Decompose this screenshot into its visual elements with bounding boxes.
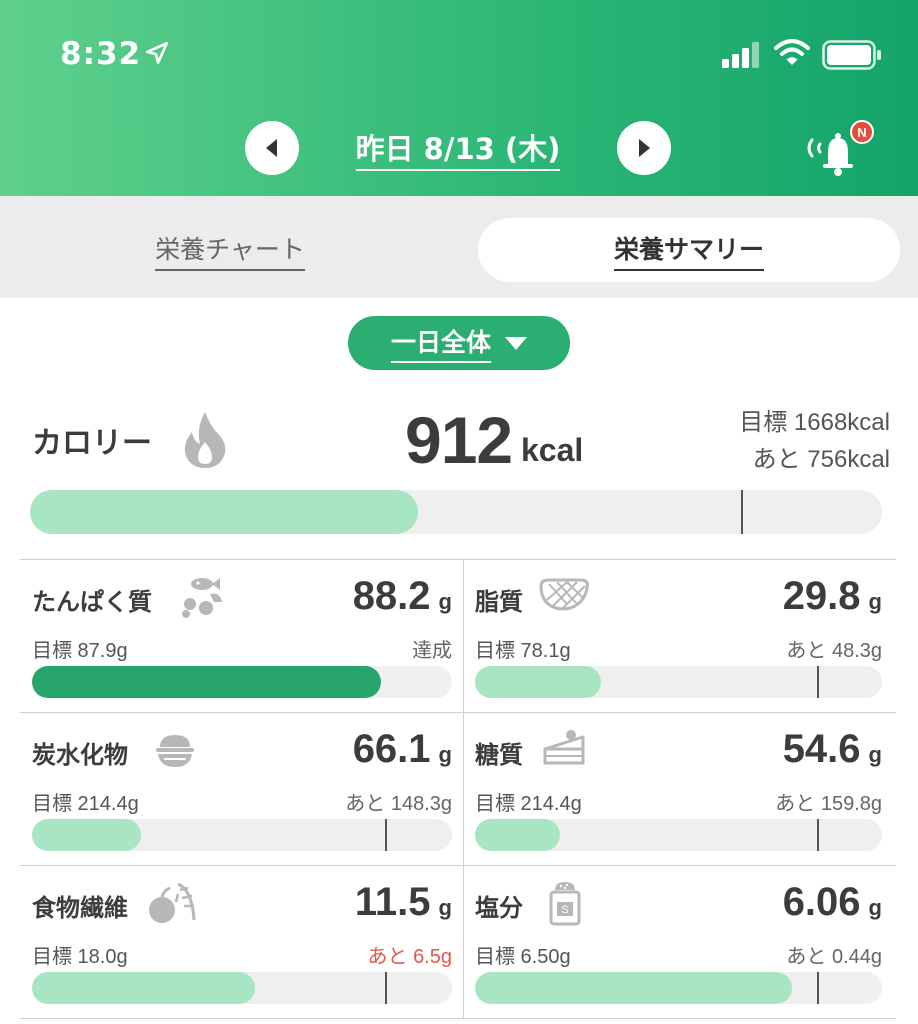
- nutrient-remaining: あと 148.3g: [345, 793, 452, 815]
- nutrient-progress-bar: [475, 666, 882, 698]
- nutrient-goal: 目標 6.50g: [475, 946, 571, 968]
- calorie-value: 912: [405, 403, 513, 477]
- nutrient-amount: 88.2: [352, 574, 431, 618]
- nutrient-value: 29.8 g: [783, 574, 882, 619]
- nutrient-unit: g: [868, 895, 882, 920]
- calorie-goal: 目標 1668kcal: [739, 409, 890, 436]
- nutrient-unit: g: [868, 589, 882, 614]
- nutrient-value: 6.06 g: [783, 880, 882, 925]
- nutrient-value: 88.2 g: [353, 574, 452, 619]
- nutrient-goal: 目標 18.0g: [32, 946, 128, 968]
- chevron-left-icon: [266, 139, 277, 157]
- nutrient-progress-fill: [32, 972, 255, 1004]
- notification-badge: N: [857, 125, 866, 140]
- calorie-progress-fill: [30, 490, 418, 534]
- calorie-title: カロリー: [32, 426, 152, 461]
- goal-marker: [385, 819, 387, 851]
- prev-day-button[interactable]: [245, 121, 299, 175]
- battery-icon: [822, 40, 881, 70]
- app-header: 8:32 昨日 8/13 (木) N: [0, 0, 918, 196]
- nutrient-unit: g: [438, 589, 452, 614]
- nutrient-goal: 目標 78.1g: [475, 640, 571, 662]
- nutrient-progress-fill: [475, 666, 601, 698]
- nutrient-unit: g: [438, 742, 452, 767]
- nutrient-progress-bar: [475, 972, 882, 1004]
- nutrient-unit: g: [438, 895, 452, 920]
- status-time: 8:32: [60, 36, 142, 72]
- fat-icon: [537, 574, 591, 618]
- nutrient-goal: 目標 214.4g: [475, 793, 582, 815]
- date-text: 昨日 8/13 (木): [355, 132, 561, 171]
- nutrient-card[interactable]: 脂質 29.8 g 目標 78.1g あと 48.3g: [475, 560, 882, 712]
- wifi-icon: [774, 39, 810, 65]
- nutrient-name: 塩分: [475, 894, 523, 922]
- goal-marker: [385, 972, 387, 1004]
- nutrient-amount: 11.5: [354, 880, 431, 924]
- caret-down-icon: [505, 336, 527, 350]
- nutrient-card[interactable]: 糖質 54.6 g 目標 214.4g あと 159.8g: [475, 713, 882, 865]
- nutrient-progress-fill: [32, 819, 141, 851]
- nutrient-unit: g: [868, 742, 882, 767]
- nutrient-goal: 目標 214.4g: [32, 793, 139, 815]
- nutrient-value: 11.5 g: [355, 880, 452, 925]
- nutrient-progress-bar: [475, 819, 882, 851]
- location-arrow-icon: [145, 41, 169, 65]
- view-tabs: 栄養チャート 栄養サマリー: [0, 196, 918, 298]
- period-label: 一日全体: [390, 323, 491, 363]
- nutrient-value: 54.6 g: [783, 727, 882, 772]
- tab-label: 栄養サマリー: [613, 230, 764, 271]
- tab-label: 栄養チャート: [155, 230, 305, 271]
- period-dropdown[interactable]: 一日全体: [348, 316, 570, 370]
- nutrient-name: 糖質: [475, 741, 523, 769]
- nutrient-card[interactable]: 炭水化物 66.1 g 目標 214.4g あと 148.3g: [32, 713, 452, 865]
- date-picker-link[interactable]: 昨日 8/13 (木): [340, 126, 576, 171]
- nutrient-remaining: あと 0.44g: [786, 946, 882, 968]
- nutrient-remaining: 達成: [412, 640, 452, 662]
- nutrient-progress-fill: [475, 819, 560, 851]
- nutrient-progress-bar: [32, 819, 452, 851]
- calorie-remaining: あと 756kcal: [752, 446, 890, 473]
- tab-nutrition-chart[interactable]: 栄養チャート: [20, 218, 440, 282]
- goal-marker: [817, 666, 819, 698]
- protein-icon: [180, 574, 226, 624]
- nutrient-progress-bar: [32, 972, 452, 1004]
- nutrient-progress-bar: [32, 666, 452, 698]
- nutrient-remaining: あと 159.8g: [775, 793, 882, 815]
- signal-icon: [722, 42, 759, 68]
- nutrient-amount: 29.8: [782, 574, 861, 618]
- nutrient-card[interactable]: 食物繊維 11.5 g 目標 18.0g あと 6.5g: [32, 866, 452, 1018]
- nutrient-card[interactable]: たんぱく質 88.2 g 目標 87.9g 達成: [32, 560, 452, 712]
- rice-bowl-icon: [152, 727, 198, 775]
- cake-icon: [541, 727, 587, 771]
- nutrient-remaining: あと 6.5g: [367, 946, 452, 968]
- calorie-goal-marker: [741, 490, 743, 534]
- notification-bell-icon[interactable]: N: [798, 118, 878, 178]
- nutrient-card[interactable]: 塩分 S 6.06 g 目標 6.50g あと 0.44g: [475, 866, 882, 1018]
- nutrient-name: 食物繊維: [32, 894, 128, 922]
- nutrient-remaining: あと 48.3g: [786, 640, 882, 662]
- nutrient-goal: 目標 87.9g: [32, 640, 128, 662]
- svg-text:S: S: [561, 904, 568, 916]
- salt-shaker-icon: S: [545, 880, 585, 930]
- calorie-unit: kcal: [521, 432, 584, 468]
- goal-marker: [817, 972, 819, 1004]
- nutrient-progress-fill: [32, 666, 381, 698]
- nutrient-amount: 66.1: [352, 727, 431, 771]
- next-day-button[interactable]: [617, 121, 671, 175]
- nutrient-name: 炭水化物: [32, 741, 128, 769]
- grid-divider: [463, 560, 464, 1019]
- nutrient-name: たんぱく質: [32, 588, 152, 616]
- flame-icon: [184, 412, 226, 468]
- tab-nutrition-summary[interactable]: 栄養サマリー: [478, 218, 900, 282]
- calorie-progress-bar: [30, 490, 882, 534]
- nutrient-progress-fill: [475, 972, 792, 1004]
- grid-divider: [20, 1018, 896, 1019]
- goal-marker: [817, 819, 819, 851]
- nutrient-amount: 6.06: [782, 880, 861, 924]
- nutrient-name: 脂質: [475, 588, 523, 616]
- nutrient-value: 66.1 g: [353, 727, 452, 772]
- vegetable-icon: [148, 880, 198, 930]
- nutrient-amount: 54.6: [782, 727, 861, 771]
- chevron-right-icon: [639, 139, 650, 157]
